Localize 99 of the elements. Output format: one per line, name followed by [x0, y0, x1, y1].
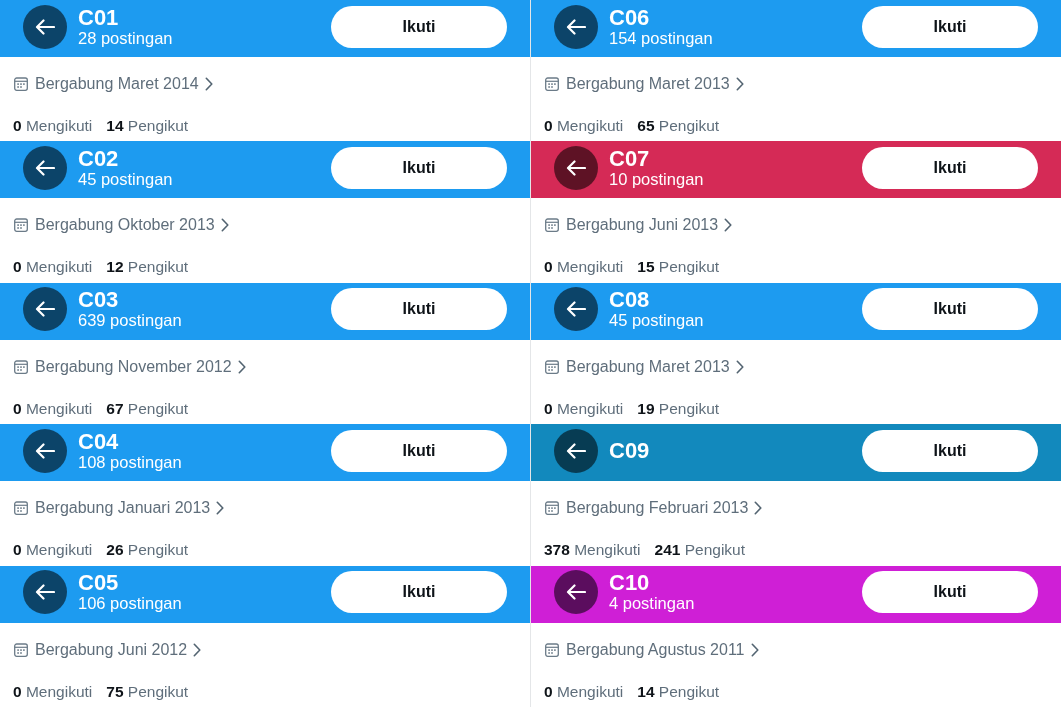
- profile-name: C04: [78, 429, 120, 453]
- chevron-right-icon: [204, 77, 213, 91]
- followers-link[interactable]: 67 Pengikut: [106, 398, 189, 419]
- profile-name: C07: [609, 146, 651, 170]
- post-count: 28 postingan: [78, 28, 173, 48]
- back-button[interactable]: [23, 4, 67, 49]
- back-button[interactable]: [554, 428, 598, 473]
- post-count: 154 postingan: [609, 28, 713, 48]
- calendar-icon: [545, 642, 559, 657]
- profile-name: C10: [609, 571, 651, 595]
- back-button[interactable]: [554, 145, 598, 190]
- chevron-right-icon: [735, 77, 744, 91]
- profile-name: C01: [78, 5, 120, 29]
- follow-button[interactable]: Ikuti: [862, 571, 1038, 614]
- joined-date-link[interactable]: Bergabung Maret 2014: [14, 74, 213, 94]
- joined-date-link[interactable]: Bergabung Maret 2013: [545, 356, 744, 377]
- post-count: 106 postingan: [78, 594, 182, 614]
- calendar-icon: [545, 359, 559, 374]
- left-arrow-icon: [35, 442, 55, 459]
- chevron-right-icon: [735, 359, 744, 374]
- left-arrow-icon: [35, 159, 55, 176]
- back-button[interactable]: [23, 287, 67, 332]
- followers-link[interactable]: 19 Pengikut: [637, 398, 720, 419]
- post-count: 639 postingan: [78, 311, 182, 331]
- back-button[interactable]: [554, 4, 598, 49]
- follow-button[interactable]: Ikuti: [331, 429, 507, 472]
- chevron-right-icon: [237, 359, 246, 374]
- followers-link[interactable]: 14 Pengikut: [106, 116, 189, 136]
- chevron-right-icon: [754, 501, 763, 516]
- chevron-right-icon: [220, 218, 229, 233]
- follow-button[interactable]: Ikuti: [331, 5, 507, 48]
- post-count: 45 postingan: [78, 169, 173, 189]
- followers-link[interactable]: 26 Pengikut: [106, 540, 189, 561]
- followers-link[interactable]: 15 Pengikut: [637, 257, 720, 278]
- chevron-right-icon: [193, 642, 202, 657]
- calendar-icon: [545, 77, 559, 91]
- chevron-right-icon: [216, 501, 225, 516]
- calendar-icon: [14, 359, 28, 374]
- calendar-icon: [545, 501, 559, 516]
- left-arrow-icon: [566, 301, 586, 318]
- joined-date-link[interactable]: Bergabung Oktober 2013: [14, 215, 229, 236]
- following-link[interactable]: 0 Mengikuti: [544, 257, 624, 278]
- following-link[interactable]: 0 Mengikuti: [13, 116, 93, 136]
- joined-date-link[interactable]: Bergabung Juni 2012: [14, 639, 202, 660]
- follow-button[interactable]: Ikuti: [862, 5, 1038, 48]
- followers-link[interactable]: 12 Pengikut: [106, 257, 189, 278]
- profile-name: C03: [78, 288, 120, 312]
- following-link[interactable]: 0 Mengikuti: [544, 681, 624, 702]
- back-button[interactable]: [23, 145, 67, 190]
- post-count: 10 postingan: [609, 169, 704, 189]
- followers-link[interactable]: 75 Pengikut: [106, 681, 189, 702]
- joined-date-link[interactable]: Bergabung Juni 2013: [545, 215, 733, 236]
- profile-name: C09: [609, 439, 650, 463]
- calendar-icon: [545, 218, 559, 233]
- follow-button[interactable]: Ikuti: [331, 288, 507, 331]
- left-arrow-icon: [566, 584, 586, 601]
- profile-name: C06: [609, 5, 651, 29]
- left-arrow-icon: [566, 18, 586, 35]
- calendar-icon: [14, 642, 28, 657]
- chevron-right-icon: [750, 642, 759, 657]
- joined-date-link[interactable]: Bergabung Agustus 2011: [545, 639, 759, 660]
- follow-button[interactable]: Ikuti: [331, 146, 507, 189]
- left-arrow-icon: [35, 18, 55, 35]
- following-link[interactable]: 0 Mengikuti: [544, 116, 624, 136]
- joined-date-link[interactable]: Bergabung November 2012: [14, 356, 246, 377]
- following-link[interactable]: 0 Mengikuti: [13, 540, 93, 561]
- left-arrow-icon: [35, 584, 55, 601]
- following-link[interactable]: 0 Mengikuti: [544, 398, 624, 419]
- followers-link[interactable]: 65 Pengikut: [637, 116, 720, 136]
- back-button[interactable]: [23, 428, 67, 473]
- left-arrow-icon: [566, 159, 586, 176]
- profile-name: C05: [78, 571, 120, 595]
- follow-button[interactable]: Ikuti: [331, 571, 507, 614]
- calendar-icon: [14, 218, 28, 233]
- post-count: 4 postingan: [609, 594, 695, 614]
- following-link[interactable]: 0 Mengikuti: [13, 398, 93, 419]
- followers-link[interactable]: 14 Pengikut: [637, 681, 720, 702]
- following-link[interactable]: 0 Mengikuti: [13, 681, 93, 702]
- profile-name: C08: [609, 288, 651, 312]
- followers-link[interactable]: 241 Pengikut: [654, 540, 746, 561]
- chevron-right-icon: [724, 218, 733, 233]
- calendar-icon: [14, 501, 28, 516]
- post-count: 108 postingan: [78, 452, 182, 472]
- follow-button[interactable]: Ikuti: [862, 429, 1038, 472]
- back-button[interactable]: [554, 287, 598, 332]
- following-link[interactable]: 0 Mengikuti: [13, 257, 93, 278]
- joined-date-link[interactable]: Bergabung Maret 2013: [545, 74, 744, 94]
- left-arrow-icon: [35, 301, 55, 318]
- back-button[interactable]: [23, 570, 67, 615]
- follow-button[interactable]: Ikuti: [862, 146, 1038, 189]
- back-button[interactable]: [554, 570, 598, 615]
- calendar-icon: [14, 77, 28, 91]
- joined-date-link[interactable]: Bergabung Februari 2013: [545, 498, 763, 519]
- follow-button[interactable]: Ikuti: [862, 288, 1038, 331]
- joined-date-link[interactable]: Bergabung Januari 2013: [14, 498, 225, 519]
- post-count: 45 postingan: [609, 311, 704, 331]
- following-link[interactable]: 378 Mengikuti: [544, 540, 641, 561]
- profile-name: C02: [78, 146, 120, 170]
- left-arrow-icon: [566, 442, 586, 459]
